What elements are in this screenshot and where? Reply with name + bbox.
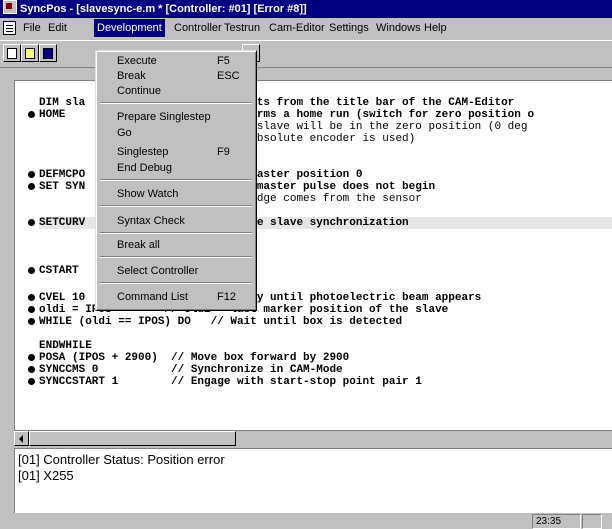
- breakpoint-icon: [28, 306, 35, 313]
- status-bar: 23:35: [0, 513, 612, 529]
- breakpoint-icon: [28, 366, 35, 373]
- scroll-thumb[interactable]: [29, 431, 236, 446]
- breakpoint-icon: [28, 171, 35, 178]
- menu-item-break-all[interactable]: Break all: [117, 238, 252, 252]
- output-line: [01] X255: [18, 468, 74, 483]
- code-line[interactable]: ENDWHILE: [39, 340, 612, 352]
- code-line[interactable]: SYNCCSTART 1 // Engage with start-stop p…: [28, 376, 612, 388]
- menu-item-syntax-check[interactable]: Syntax Check: [117, 214, 252, 228]
- menu-separator: [100, 102, 252, 104]
- menu-item-break[interactable]: Break ESC: [117, 69, 252, 83]
- menu-item-continue[interactable]: Continue: [117, 84, 252, 98]
- menu-item-select-controller[interactable]: Select Controller: [117, 264, 252, 278]
- open-file-button[interactable]: [21, 44, 39, 62]
- code-line[interactable]: WHILE (oldi == IPOS) DO // Wait until bo…: [28, 316, 612, 328]
- save-file-button[interactable]: [39, 44, 57, 62]
- toolbar: [0, 40, 612, 68]
- save-file-icon: [43, 48, 53, 59]
- menu-item-end-debug[interactable]: End Debug: [117, 161, 252, 175]
- menu-cam-editor[interactable]: Cam-Editor: [266, 19, 328, 37]
- code-line[interactable]: POSA (IPOS + 2900) // Move box forward b…: [28, 352, 612, 364]
- document-icon[interactable]: [3, 21, 16, 35]
- menu-settings[interactable]: Settings: [326, 19, 372, 37]
- breakpoint-icon: [28, 318, 35, 325]
- menu-development[interactable]: Development: [94, 19, 165, 37]
- menu-item-singlestep[interactable]: Singlestep F9: [117, 145, 252, 159]
- breakpoint-icon: [28, 294, 35, 301]
- menu-item-show-watch[interactable]: Show Watch: [117, 187, 252, 201]
- menu-item-command-list[interactable]: Command List F12: [117, 290, 252, 304]
- horizontal-scrollbar[interactable]: [14, 430, 612, 447]
- new-file-icon: [7, 48, 17, 59]
- menu-edit[interactable]: Edit: [45, 19, 70, 37]
- new-file-button[interactable]: [3, 44, 21, 62]
- menu-file[interactable]: File: [20, 19, 44, 37]
- menu-help[interactable]: Help: [421, 19, 450, 37]
- status-time: 23:35: [532, 514, 581, 529]
- open-file-icon: [25, 48, 35, 59]
- menu-separator: [100, 232, 252, 234]
- breakpoint-icon: [28, 267, 35, 274]
- window-title: SyncPos - [slavesync-e.m * [Controller: …: [20, 3, 307, 15]
- menu-testrun[interactable]: Testrun: [221, 19, 263, 37]
- breakpoint-icon: [28, 354, 35, 361]
- menu-separator: [100, 282, 252, 284]
- breakpoint-icon: [28, 111, 35, 118]
- breakpoint-icon: [28, 378, 35, 385]
- menu-bar: File Edit Development Controller Testrun…: [0, 18, 612, 38]
- output-panel[interactable]: [01] Controller Status: Position error […: [14, 448, 612, 513]
- status-cell: [582, 514, 602, 529]
- menu-windows[interactable]: Windows: [373, 19, 424, 37]
- application-window: SyncPos - [slavesync-e.m * [Controller: …: [0, 0, 612, 529]
- development-menu-dropdown: Execute F5 Break ESC Continue Prepare Sing…: [95, 50, 257, 311]
- menu-item-prepare-singlestep[interactable]: Prepare Singlestep: [117, 110, 252, 124]
- app-icon[interactable]: [3, 0, 17, 14]
- scroll-left-arrow-icon[interactable]: [14, 431, 29, 446]
- title-bar[interactable]: SyncPos - [slavesync-e.m * [Controller: …: [0, 0, 612, 18]
- breakpoint-icon: [28, 219, 35, 226]
- menu-item-go[interactable]: Go: [117, 126, 252, 140]
- output-line: [01] Controller Status: Position error: [18, 452, 225, 467]
- menu-separator: [100, 256, 252, 258]
- menu-separator: [100, 205, 252, 207]
- breakpoint-icon: [28, 183, 35, 190]
- menu-separator: [100, 179, 252, 181]
- code-line[interactable]: SYNCCMS 0 // Synchronize in CAM-Mode: [28, 364, 612, 376]
- menu-controller[interactable]: Controller: [171, 19, 225, 37]
- menu-item-execute[interactable]: Execute F5: [117, 54, 252, 68]
